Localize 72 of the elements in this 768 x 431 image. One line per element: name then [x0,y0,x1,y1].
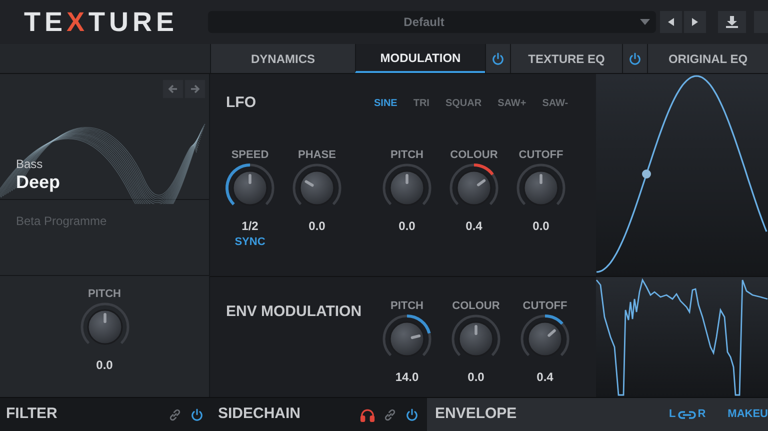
knob-value: 1/2 [242,219,258,233]
sync-label[interactable]: SYNC [234,236,266,249]
tab[interactable]: MODULATION [355,44,485,73]
download-icon [726,16,738,28]
knob-label: PITCH [88,288,121,301]
knob-label: PITCH [390,300,424,313]
preset-name: Default [402,14,446,31]
link-icon[interactable] [383,408,397,422]
channel-label: L [668,407,676,422]
knob-value: 0.4 [536,370,554,384]
knob-value: 0.0 [398,219,416,233]
tab[interactable]: DYNAMICS [210,44,355,73]
knob-value: 0.0 [532,219,550,233]
left-arrow-icon [168,84,178,94]
tab[interactable]: ORIGINAL EQ [647,44,768,73]
knob-pointer[interactable] [547,328,556,338]
power-button[interactable] [622,44,647,73]
knob-value: 0.0 [96,358,113,372]
waveform-option[interactable]: SQUAR [445,96,482,110]
knob-label: CUTOFF [522,300,568,313]
waveform-option[interactable]: SAW- [542,96,568,110]
knob-label: COLOUR [452,300,500,313]
next-button[interactable] [684,11,706,33]
knob-label: SPEED [231,149,269,162]
knob-value: 0.4 [466,219,482,233]
link-icon[interactable] [676,410,697,420]
left-triangle-icon [668,18,674,26]
forward-arrow-button[interactable] [185,80,205,98]
makeup-label[interactable]: MAKEU [728,406,768,423]
headphones-icon[interactable] [360,408,375,422]
knob-value: 0.0 [468,370,484,384]
caret-icon [640,19,650,25]
section-title: ENVELOPE [435,404,517,424]
power-icon[interactable] [405,408,419,422]
knob-value: 14.0 [395,370,419,384]
right-triangle-icon [692,18,698,26]
preset-category: Bass [16,157,44,171]
section-title: LFO [226,92,256,113]
knob-label: PHASE [298,149,336,162]
knob-pointer[interactable] [476,178,486,187]
tab[interactable]: TEXTURE EQ [510,44,622,73]
save-button[interactable] [718,11,746,33]
back-arrow-button[interactable] [163,80,183,98]
section-title: SIDECHAIN [218,404,301,424]
logo: TEXTURE [24,8,178,36]
power-icon[interactable] [491,52,505,66]
knob-pointer[interactable] [540,174,542,184]
preset-title: Deep [16,171,60,193]
preset-note: Beta Programme [16,214,107,228]
knob-pointer[interactable] [410,334,421,340]
knob-label: CUTOFF [518,149,564,162]
channel-label: R [698,407,706,422]
knob-value: 0.0 [308,219,326,233]
knob-label: PITCH [390,149,424,162]
section-title: FILTER [6,404,58,424]
section-title: ENV MODULATION [226,303,362,320]
knob-label: COLOUR [450,149,498,162]
waveform-option[interactable]: SAW+ [498,96,526,110]
waveform-option[interactable]: SINE [374,96,398,110]
link-icon[interactable] [168,408,182,422]
knob-pointer[interactable] [406,174,408,184]
knob-pointer[interactable] [248,174,252,184]
knob-pointer[interactable] [103,313,106,323]
right-arrow-icon [190,84,200,94]
power-icon[interactable] [628,52,642,66]
power-button[interactable] [485,44,510,73]
knob-pointer[interactable] [474,325,478,335]
previous-button[interactable] [660,11,682,33]
knob-pointer[interactable] [304,180,314,188]
preset-dropdown[interactable]: Default [208,11,656,33]
waveform-option[interactable]: TRI [413,96,430,110]
power-icon[interactable] [190,408,204,422]
